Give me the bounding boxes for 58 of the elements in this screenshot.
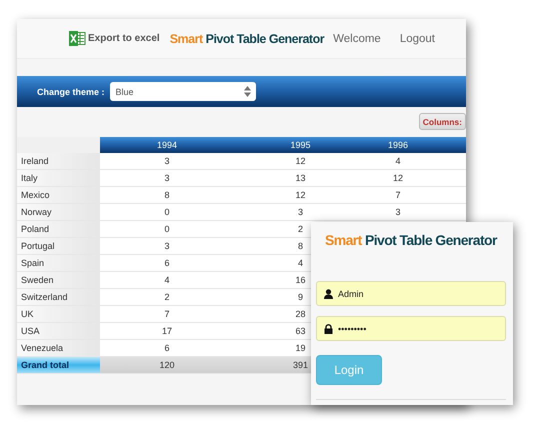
table-cell-text: 19 [295,342,306,355]
table-cell-text: 3 [164,172,170,185]
table-cell-text: 17 [162,325,172,338]
table-cell-text: 120 [159,359,175,372]
row-label: USA [17,323,100,339]
table-cell-text: 3 [395,206,400,219]
table-cell-text: 12 [295,189,306,202]
row-label: Ireland [17,153,100,169]
table-cell-text: 7 [164,308,170,321]
table-cell-text: 16 [295,274,306,287]
row-label: Poland [17,221,100,237]
table-cell-text: 2 [164,291,170,304]
column-header[interactable]: 1995 [290,137,311,153]
table-cell-text: 0 [164,206,170,219]
row-label: Italy [17,170,100,186]
row-label: Norway [17,204,100,220]
table-cell-text: 8 [298,240,303,253]
table-cell-text: 12 [392,172,403,185]
table-cell-text: 63 [295,325,306,338]
nav-link[interactable]: Welcome [333,32,381,44]
table-cell-text: 4 [298,257,303,270]
theme-label: Change theme : [37,86,105,96]
table-cell-text: 4 [395,155,400,168]
table-cell-text: 9 [298,291,303,304]
total-label: Grand total [17,357,100,373]
row-label: Portugal [17,238,100,254]
app-title: Smart Pivot Table Generator [325,232,498,248]
columns-button[interactable]: Columns: [418,113,466,130]
table-cell-text: 12 [295,155,306,168]
table-cell-text: 13 [295,172,306,185]
table-cell-text: 2 [298,223,303,236]
row-label: Mexico [17,187,100,203]
row-label: UK [17,306,100,322]
table-cell-text: 391 [292,359,308,372]
row-label: Venezuela [17,340,100,356]
username-field[interactable]: Admin [316,281,506,306]
table-cell-text: 0 [164,223,170,236]
table-cell-text: 6 [164,342,170,355]
table-cell-text: 7 [395,189,400,202]
table-cell-text: 28 [295,308,306,321]
nav-link[interactable]: Logout [400,32,435,44]
row-label: Switzerland [17,289,100,305]
updown-arrows-icon [244,86,251,97]
theme-select[interactable]: Blue [110,82,256,101]
spreadsheet-icon [69,31,86,46]
table-cell-text: 3 [298,206,303,219]
table-cell-text: 4 [164,274,170,287]
export-link[interactable]: Export to excel [69,31,160,46]
column-header[interactable]: 1994 [156,137,178,153]
app-title: Smart Pivot Table Generator [170,32,324,46]
table-cell-text: 6 [164,257,170,270]
password-field[interactable]: ••••••••• [316,316,506,341]
row-label: Sweden [17,272,100,288]
table-cell-text: 3 [164,155,170,168]
row-label: Spain [17,255,100,271]
table-cell-text: 8 [164,189,170,202]
table-cell-text: 3 [164,240,170,253]
column-header[interactable]: 1996 [388,137,408,153]
